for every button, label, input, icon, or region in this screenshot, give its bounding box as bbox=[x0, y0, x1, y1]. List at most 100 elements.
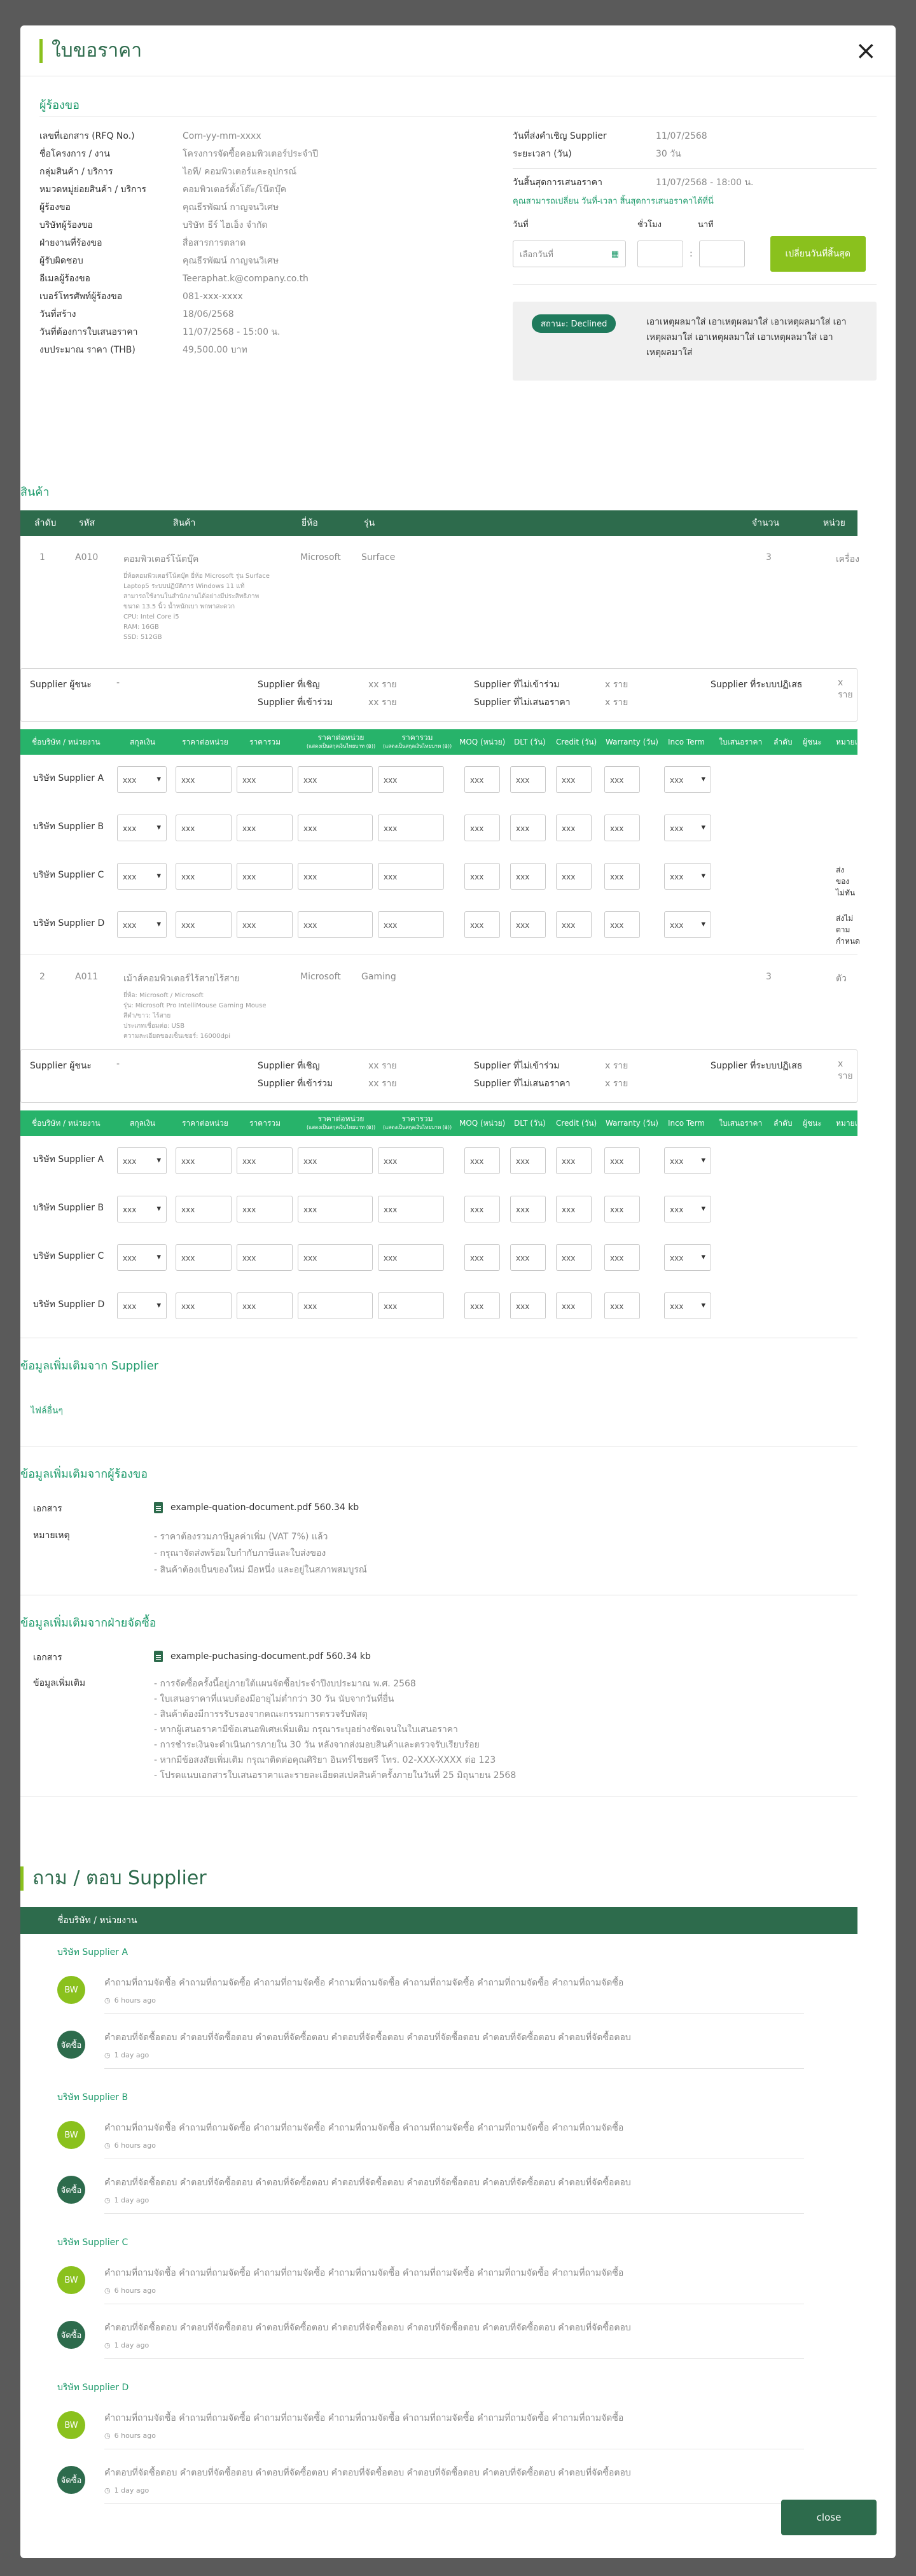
buyer-doc-file[interactable]: example-puchasing-document.pdf 560.34 kb bbox=[154, 1651, 371, 1665]
supplier-select[interactable]: xxx bbox=[664, 911, 711, 938]
supplier-col-header: สกุลเงิน bbox=[130, 738, 156, 746]
supplier-input[interactable]: xxx bbox=[176, 815, 232, 841]
supplier-input[interactable]: xxx bbox=[464, 1196, 500, 1222]
supplier-input[interactable]: xxx bbox=[464, 815, 500, 841]
supplier-select[interactable]: xxx bbox=[664, 1292, 711, 1319]
supplier-input[interactable]: xxx bbox=[298, 911, 373, 938]
supplier-input[interactable]: xxx bbox=[464, 1147, 500, 1174]
supplier-input[interactable]: xxx bbox=[464, 1292, 500, 1319]
supplier-input[interactable]: xxx bbox=[556, 863, 592, 890]
supplier-input[interactable]: xxx bbox=[298, 1196, 373, 1222]
supplier-input[interactable]: xxx bbox=[510, 766, 546, 793]
supplier-input[interactable]: xxx bbox=[378, 1244, 444, 1271]
hour-input[interactable] bbox=[637, 241, 683, 267]
supplier-select[interactable]: xxx bbox=[664, 1244, 711, 1271]
supplier-input[interactable]: xxx bbox=[464, 766, 500, 793]
invited-label: Supplier ที่เชิญ bbox=[258, 680, 320, 690]
supplier-input[interactable]: xxx bbox=[556, 815, 592, 841]
supplier-input[interactable]: xxx bbox=[298, 766, 373, 793]
supplier-input[interactable]: xxx bbox=[298, 863, 373, 890]
supplier-input[interactable]: xxx bbox=[176, 911, 232, 938]
supplier-input[interactable]: xxx bbox=[510, 815, 546, 841]
supplier-input[interactable]: xxx bbox=[604, 815, 640, 841]
supplier-select[interactable]: xxx bbox=[664, 766, 711, 793]
requester-doc-file[interactable]: example-quation-document.pdf 560.34 kb bbox=[154, 1502, 359, 1516]
supplier-input[interactable]: xxx bbox=[298, 1244, 373, 1271]
close-icon[interactable]: × bbox=[855, 38, 877, 64]
supplier-select[interactable]: xxx bbox=[664, 1196, 711, 1222]
supplier-input[interactable]: xxx bbox=[176, 1196, 232, 1222]
supplier-input[interactable]: xxx bbox=[556, 911, 592, 938]
supplier-input[interactable]: xxx bbox=[378, 863, 444, 890]
supplier-select[interactable]: xxx bbox=[117, 863, 167, 890]
qa-group-title: บริษัท Supplier D bbox=[57, 2383, 129, 2393]
supplier-select[interactable]: xxx bbox=[117, 1292, 167, 1319]
supplier-input[interactable]: xxx bbox=[237, 1244, 293, 1271]
supplier-table-header: ชื่อบริษัท / หน่วยงาน สกุลเงิน ราคาต่อหน่ว… bbox=[20, 729, 867, 755]
supplier-input[interactable]: xxx bbox=[604, 766, 640, 793]
supplier-input[interactable]: xxx bbox=[464, 1244, 500, 1271]
supplier-input[interactable]: xxx bbox=[176, 863, 232, 890]
supplier-input[interactable]: xxx bbox=[378, 1196, 444, 1222]
change-deadline-button[interactable]: เปลี่ยนวันที่สิ้นสุด bbox=[770, 236, 866, 272]
supplier-input[interactable]: xxx bbox=[176, 766, 232, 793]
supplier-select[interactable]: xxx bbox=[117, 1196, 167, 1222]
qa-group-title: บริษัท Supplier A bbox=[57, 1947, 128, 1957]
supplier-input[interactable]: xxx bbox=[556, 1292, 592, 1319]
supplier-input[interactable]: xxx bbox=[237, 1292, 293, 1319]
minute-input[interactable] bbox=[698, 241, 745, 267]
supplier-input[interactable]: xxx bbox=[298, 815, 373, 841]
supplier-input[interactable]: xxx bbox=[510, 1196, 546, 1222]
supplier-select[interactable]: xxx bbox=[117, 911, 167, 938]
supplier-input[interactable]: xxx bbox=[237, 815, 293, 841]
other-files-link[interactable]: ไฟล์อื่นๆ bbox=[31, 1404, 857, 1418]
supplier-input[interactable]: xxx bbox=[604, 1147, 640, 1174]
date-picker[interactable]: เลือกวันที่ ▦ bbox=[513, 241, 626, 267]
supplier-select[interactable]: xxx bbox=[117, 1244, 167, 1271]
supplier-input[interactable]: xxx bbox=[378, 815, 444, 841]
supplier-input[interactable]: xxx bbox=[604, 1244, 640, 1271]
requester-field-row: ชื่อโครงการ / งาน โครงการจัดซื้อคอมพิวเตอ… bbox=[39, 145, 396, 163]
supplier-select[interactable]: xxx bbox=[117, 766, 167, 793]
supplier-input[interactable]: xxx bbox=[237, 1196, 293, 1222]
supplier-input[interactable]: xxx bbox=[378, 911, 444, 938]
supplier-input[interactable]: xxx bbox=[604, 911, 640, 938]
supplier-input[interactable]: xxx bbox=[556, 1196, 592, 1222]
supplier-input[interactable]: xxx bbox=[378, 1292, 444, 1319]
supplier-input[interactable]: xxx bbox=[510, 863, 546, 890]
supplier-col-header: Credit (วัน) bbox=[556, 1119, 597, 1128]
requester-field-row: หมวดหมู่ย่อยสินค้า / บริการ คอมพิวเตอร์ตั… bbox=[39, 181, 396, 199]
close-button[interactable]: close bbox=[781, 2500, 877, 2535]
supplier-input[interactable]: xxx bbox=[556, 1147, 592, 1174]
supplier-input[interactable]: xxx bbox=[298, 1147, 373, 1174]
supplier-input[interactable]: xxx bbox=[237, 1147, 293, 1174]
supplier-select[interactable]: xxx bbox=[664, 863, 711, 890]
supplier-select[interactable]: xxx bbox=[664, 815, 711, 841]
supplier-input[interactable]: xxx bbox=[237, 911, 293, 938]
supplier-input[interactable]: xxx bbox=[176, 1147, 232, 1174]
supplier-input[interactable]: xxx bbox=[464, 863, 500, 890]
supplier-input[interactable]: xxx bbox=[604, 1196, 640, 1222]
supplier-input[interactable]: xxx bbox=[378, 1147, 444, 1174]
supplier-select[interactable]: xxx bbox=[664, 1147, 711, 1174]
supplier-input[interactable]: xxx bbox=[604, 1292, 640, 1319]
supplier-col-header: Inco Term bbox=[668, 738, 705, 746]
supplier-input[interactable]: xxx bbox=[556, 1244, 592, 1271]
supplier-input[interactable]: xxx bbox=[237, 863, 293, 890]
supplier-input[interactable]: xxx bbox=[237, 766, 293, 793]
supplier-input[interactable]: xxx bbox=[510, 911, 546, 938]
supplier-select[interactable]: xxx bbox=[117, 1147, 167, 1174]
supplier-input[interactable]: xxx bbox=[464, 911, 500, 938]
supplier-input[interactable]: xxx bbox=[298, 1292, 373, 1319]
supplier-input[interactable]: xxx bbox=[176, 1244, 232, 1271]
supplier-input[interactable]: xxx bbox=[556, 766, 592, 793]
supplier-input[interactable]: xxx bbox=[604, 863, 640, 890]
supplier-input[interactable]: xxx bbox=[510, 1244, 546, 1271]
supplier-select[interactable]: xxx bbox=[117, 815, 167, 841]
supplier-input[interactable]: xxx bbox=[378, 766, 444, 793]
supplier-input[interactable]: xxx bbox=[510, 1147, 546, 1174]
supplier-input[interactable]: xxx bbox=[176, 1292, 232, 1319]
supplier-col-header: ราคาต่อหน่วย (แสดงเป็นสกุลเงินไทยบาท (฿)) bbox=[307, 734, 375, 750]
supplier-input[interactable]: xxx bbox=[510, 1292, 546, 1319]
qa-time-text: 1 day ago bbox=[114, 2051, 149, 2059]
